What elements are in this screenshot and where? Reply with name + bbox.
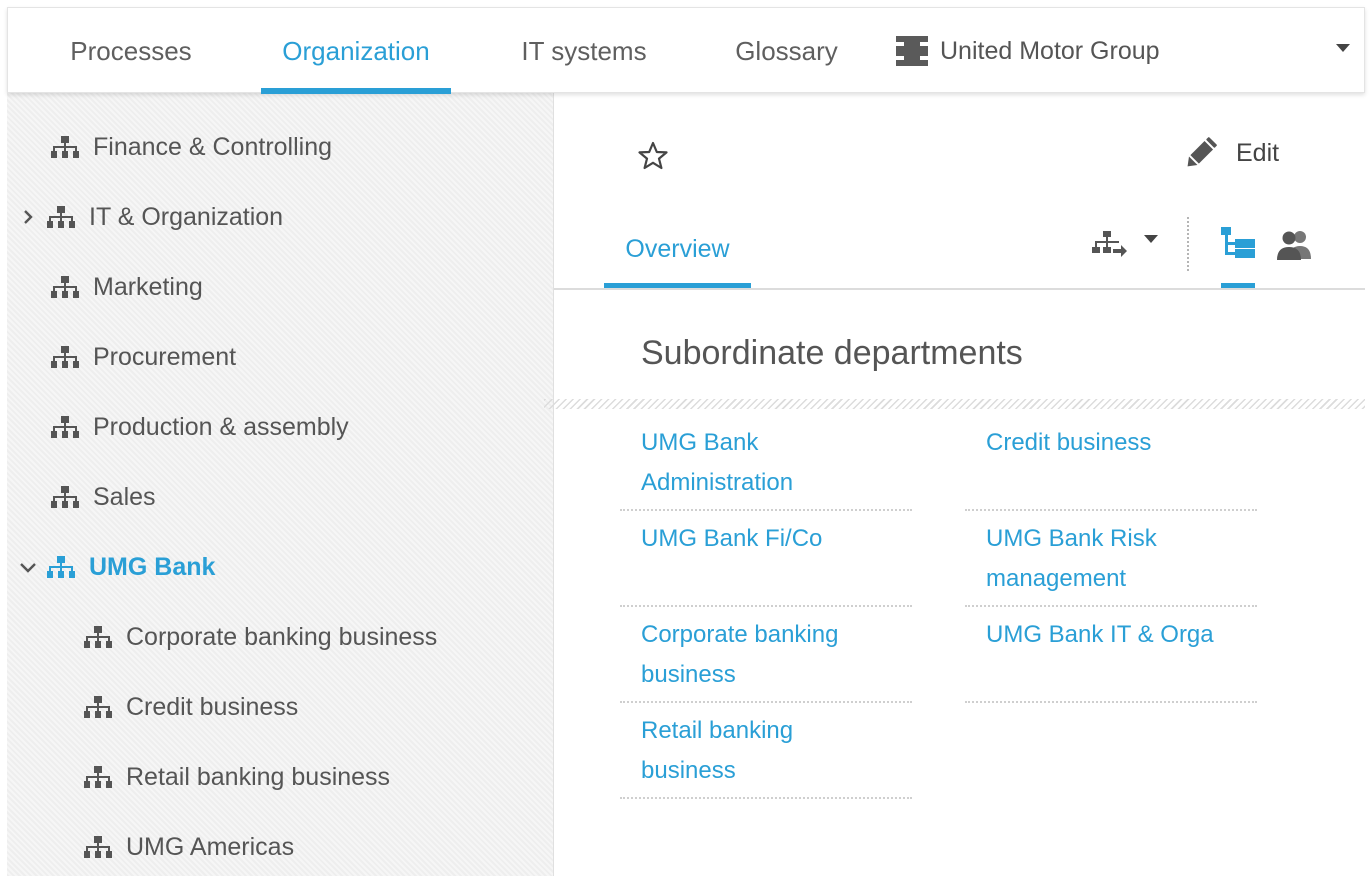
tab-overview[interactable]: Overview	[604, 209, 751, 289]
org-unit-icon	[51, 136, 79, 158]
pencil-icon	[1187, 137, 1217, 167]
tree-item-production-and-assembly[interactable]: Production & assembly	[51, 407, 349, 447]
tree-item-procurement[interactable]: Procurement	[51, 337, 236, 377]
organization-name: United Motor Group	[940, 36, 1160, 65]
org-unit-icon	[84, 836, 112, 858]
department-name-line1: UMG Bank Risk	[986, 525, 1157, 552]
department-link[interactable]: UMG Bank IT & Orga	[965, 607, 1257, 703]
tree-item-umg-bank[interactable]: UMG Bank	[20, 547, 216, 587]
tree-item-label: Finance & Controlling	[93, 132, 333, 161]
tab-glossary[interactable]: Glossary	[720, 8, 853, 94]
people-view-icon[interactable]	[1277, 229, 1313, 266]
chevron-down-icon[interactable]	[1336, 44, 1350, 52]
favorite-star-icon[interactable]	[638, 141, 668, 176]
department-link[interactable]: UMG Bank Fi/Co	[620, 511, 912, 607]
org-unit-icon	[84, 766, 112, 788]
tree-item-credit-business[interactable]: Credit business	[84, 687, 298, 727]
tree-item-corporate-banking-business[interactable]: Corporate banking business	[84, 617, 437, 657]
tree-item-label: UMG Bank	[89, 552, 216, 581]
org-unit-icon	[51, 276, 79, 298]
department-name-line1: Credit business	[986, 429, 1152, 456]
organization-switcher[interactable]: United Motor Group	[896, 8, 1160, 94]
department-name-line1: Retail banking	[641, 717, 794, 744]
view-dropdown-chevron-icon[interactable]	[1144, 235, 1158, 243]
org-unit-icon	[47, 206, 75, 228]
department-name-line1: UMG Bank IT & Orga	[986, 621, 1214, 648]
department-link[interactable]: UMG Bank Risk management	[965, 511, 1257, 607]
tree-item-umg-americas[interactable]: UMG Americas	[84, 827, 294, 867]
tree-item-sales[interactable]: Sales	[51, 477, 156, 517]
department-link[interactable]: Corporate banking business	[620, 607, 912, 703]
section-divider	[544, 399, 1365, 409]
tab-processes[interactable]: Processes	[44, 8, 218, 94]
detail-panel: Edit Overview Subordinate departments UM…	[544, 93, 1365, 876]
org-unit-icon	[84, 626, 112, 648]
tabs-divider	[554, 288, 1365, 290]
edit-label: Edit	[1236, 138, 1280, 167]
chevron-right-icon[interactable]	[19, 208, 37, 226]
department-name-line2: business	[641, 661, 736, 688]
edit-button[interactable]: Edit	[1184, 137, 1279, 169]
tree-item-label: Marketing	[93, 272, 203, 301]
process-hierarchy-icon[interactable]	[1092, 231, 1128, 264]
department-link[interactable]: Retail banking business	[620, 703, 912, 799]
org-unit-icon	[47, 556, 75, 578]
tree-item-marketing[interactable]: Marketing	[51, 267, 203, 307]
department-name-line1: UMG Bank Fi/Co	[641, 525, 823, 552]
tree-item-finance-and-controlling[interactable]: Finance & Controlling	[51, 127, 332, 167]
building-icon	[896, 36, 928, 66]
tree-view-icon[interactable]	[1221, 227, 1255, 266]
tree-item-label: Production & assembly	[93, 412, 349, 441]
department-name-line1: UMG Bank	[641, 429, 759, 456]
tree-item-label: Corporate banking business	[126, 622, 438, 651]
tree-item-label: Credit business	[126, 692, 299, 721]
org-unit-icon	[84, 696, 112, 718]
tree-item-label: IT & Organization	[89, 202, 284, 231]
top-navigation-bar: Processes Organization IT systems Glossa…	[7, 7, 1365, 94]
department-name-line2: Administration	[641, 469, 794, 496]
org-unit-icon	[51, 486, 79, 508]
org-unit-icon	[51, 416, 79, 438]
tab-organization[interactable]: Organization	[261, 8, 451, 94]
tree-item-label: Sales	[93, 482, 156, 511]
section-title: Subordinate departments	[641, 334, 1023, 372]
tree-item-label: UMG Americas	[126, 832, 295, 861]
organization-tree: Finance & Controlling IT & Organization Ma…	[7, 93, 554, 876]
tree-item-retail-banking-business[interactable]: Retail banking business	[84, 757, 390, 797]
tab-it-systems[interactable]: IT systems	[501, 8, 667, 94]
tree-item-label: Retail banking business	[126, 762, 391, 791]
department-name-line2: business	[641, 757, 736, 784]
chevron-down-icon[interactable]	[19, 558, 37, 576]
toolbar-divider	[1187, 217, 1189, 271]
department-name-line1: Corporate banking	[641, 621, 839, 648]
tree-item-label: Procurement	[93, 342, 237, 371]
department-name-line2: management	[986, 565, 1127, 592]
tree-item-it-and-organization[interactable]: IT & Organization	[24, 197, 284, 237]
org-unit-icon	[51, 346, 79, 368]
department-link[interactable]: Credit business	[965, 415, 1257, 511]
department-link[interactable]: UMG Bank Administration	[620, 415, 912, 511]
